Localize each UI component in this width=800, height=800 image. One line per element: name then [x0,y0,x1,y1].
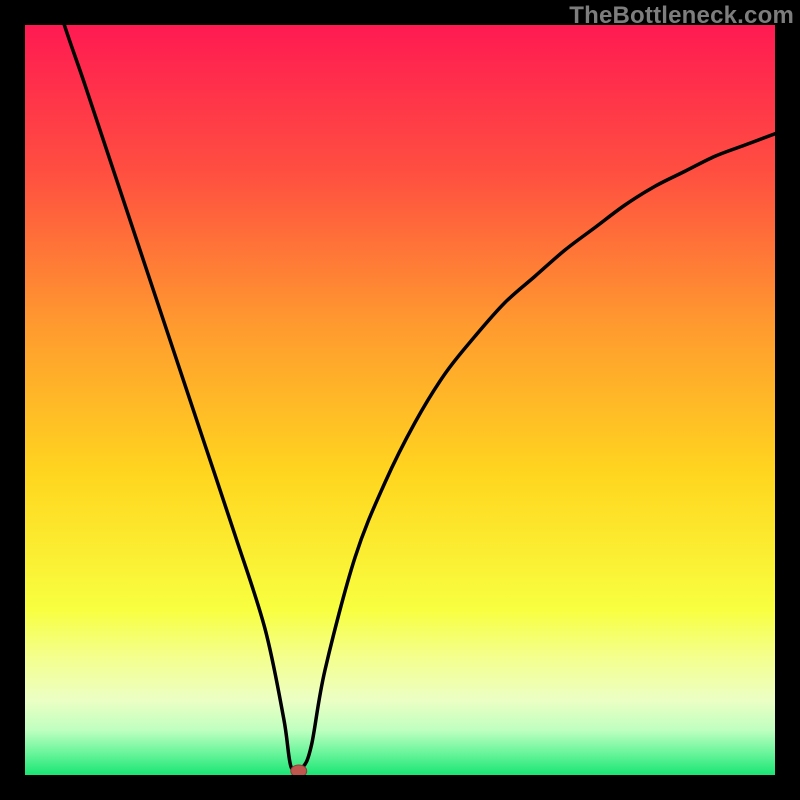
chart-stage: TheBottleneck.com [0,0,800,800]
plot-svg [25,25,775,775]
gradient-rect [25,25,775,775]
plot-area [25,25,775,775]
minimum-marker [291,765,307,775]
watermark-label: TheBottleneck.com [569,2,794,30]
